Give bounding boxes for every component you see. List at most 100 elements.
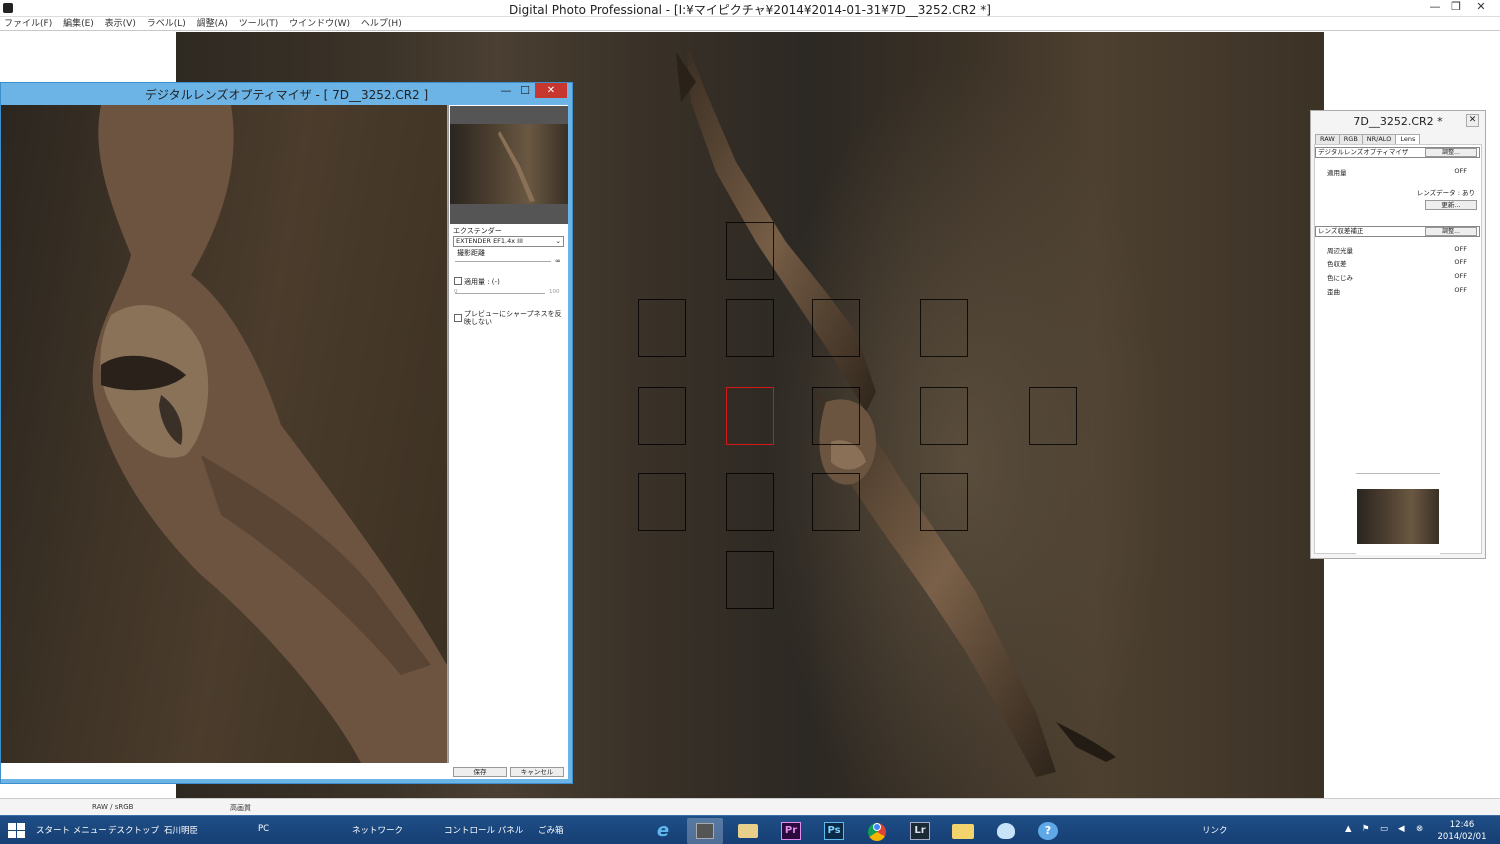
af-point[interactable] bbox=[920, 473, 968, 531]
af-point[interactable] bbox=[638, 387, 686, 445]
af-point[interactable] bbox=[1029, 387, 1077, 445]
sharpness-checkbox[interactable] bbox=[454, 314, 462, 322]
lens-data-status: レンズデータ : あり bbox=[1416, 189, 1475, 197]
dialog-maximize-button[interactable]: ☐ bbox=[514, 83, 536, 99]
tab-lens[interactable]: Lens bbox=[1395, 134, 1421, 144]
paint-icon[interactable] bbox=[988, 818, 1024, 844]
af-point[interactable] bbox=[726, 551, 774, 609]
network-link[interactable]: ネットワーク bbox=[352, 824, 403, 836]
af-point[interactable] bbox=[920, 387, 968, 445]
cancel-button[interactable]: キャンセル bbox=[510, 767, 564, 777]
af-point[interactable] bbox=[726, 299, 774, 357]
chrome-icon[interactable] bbox=[859, 818, 895, 844]
tool-palette: 7D__3252.CR2 * ✕ RAW RGB NR/ALO Lens デジタルレン… bbox=[1310, 110, 1486, 559]
dlo-section: デジタルレンズオプティマイザ 調整... bbox=[1315, 147, 1480, 158]
menu-tools[interactable]: ツール(T) bbox=[235, 17, 283, 31]
volume-icon[interactable]: ◀ bbox=[1398, 824, 1405, 834]
palette-tabs: RAW RGB NR/ALO Lens bbox=[1315, 134, 1421, 144]
distance-label: 撮影距離 bbox=[457, 249, 485, 257]
tray-arrow-icon[interactable]: ▲ bbox=[1345, 824, 1352, 834]
palette-navigator[interactable] bbox=[1356, 473, 1440, 555]
windows-logo-icon[interactable] bbox=[8, 823, 26, 839]
palette-title: 7D__3252.CR2 * bbox=[1353, 115, 1443, 128]
start-menu-link[interactable]: スタート メニュー bbox=[36, 824, 107, 836]
dialog-close-button[interactable]: ✕ bbox=[535, 83, 567, 98]
close-button[interactable]: ✕ bbox=[1466, 0, 1496, 16]
bird-closeup-image bbox=[92, 105, 447, 763]
clock-time[interactable]: 12:46 bbox=[1436, 820, 1488, 830]
scale-max: 100 bbox=[549, 289, 560, 295]
af-point[interactable] bbox=[726, 473, 774, 531]
aberration-adjust-button[interactable]: 調整... bbox=[1425, 227, 1477, 236]
dialog-footer: 保存 キャンセル bbox=[1, 763, 568, 779]
chevron-down-icon: ⌄ bbox=[555, 237, 561, 245]
aberration-value: OFF bbox=[1454, 286, 1467, 294]
dialog-title: デジタルレンズオプティマイザ - [ 7D__3252.CR2 ] bbox=[144, 88, 429, 102]
af-point[interactable] bbox=[638, 299, 686, 357]
sharpness-label: プレビューにシャープネスを反映しない bbox=[464, 310, 562, 326]
af-point[interactable] bbox=[812, 299, 860, 357]
zoomed-preview[interactable] bbox=[1, 105, 447, 763]
menu-view[interactable]: 表示(V) bbox=[101, 17, 140, 31]
clock-date[interactable]: 2014/02/01 bbox=[1434, 832, 1490, 842]
premiere-label: Pr bbox=[781, 822, 801, 840]
photoshop-icon[interactable]: Ps bbox=[816, 818, 852, 844]
menu-window[interactable]: ウインドウ(W) bbox=[285, 17, 354, 31]
apply-checkbox[interactable] bbox=[454, 277, 462, 285]
distance-slider[interactable] bbox=[455, 261, 551, 262]
aberration-section: レンズ収差補正 調整... bbox=[1315, 226, 1480, 237]
aberration-section-label: レンズ収差補正 bbox=[1318, 227, 1364, 235]
apply-slider[interactable] bbox=[455, 293, 545, 294]
network-tray-icon[interactable]: ▭ bbox=[1380, 824, 1388, 834]
tab-nr-alo[interactable]: NR/ALO bbox=[1361, 134, 1397, 144]
lens-optimizer-dialog: デジタルレンズオプティマイザ - [ 7D__3252.CR2 ] — ☐ ✕ … bbox=[0, 82, 573, 784]
blocked-icon[interactable]: ⊗ bbox=[1416, 824, 1423, 834]
menu-help[interactable]: ヘルプ(H) bbox=[357, 17, 406, 31]
af-point[interactable] bbox=[638, 473, 686, 531]
save-button[interactable]: 保存 bbox=[453, 767, 507, 777]
apply-amount-row: 適用量 OFF bbox=[1327, 167, 1467, 177]
user-folder-link[interactable]: 石川明臣 bbox=[164, 824, 198, 836]
navigator-thumbnail[interactable] bbox=[450, 106, 568, 224]
pc-link[interactable]: PC bbox=[258, 824, 269, 834]
explorer-icon[interactable] bbox=[730, 818, 766, 844]
extender-select[interactable]: EXTENDER EF1.4x III ⌄ bbox=[453, 236, 564, 247]
extender-label: エクステンダー bbox=[453, 227, 502, 235]
aberration-label: 周辺光量 bbox=[1327, 247, 1353, 255]
minimize-button[interactable]: — bbox=[1424, 0, 1446, 16]
tab-raw[interactable]: RAW bbox=[1315, 134, 1340, 144]
palette-thumbnail bbox=[1357, 489, 1439, 544]
menu-label[interactable]: ラベル(L) bbox=[143, 17, 190, 31]
af-point-selected[interactable] bbox=[726, 387, 774, 445]
dpp-icon[interactable] bbox=[687, 818, 723, 844]
folder-icon[interactable] bbox=[945, 818, 981, 844]
ie-icon[interactable]: e bbox=[645, 818, 681, 844]
menu-file[interactable]: ファイル(F) bbox=[0, 17, 56, 31]
af-point[interactable] bbox=[726, 222, 774, 280]
af-point[interactable] bbox=[812, 387, 860, 445]
control-panel-link[interactable]: コントロール パネル bbox=[444, 824, 523, 836]
help-icon[interactable]: ? bbox=[1030, 818, 1066, 844]
trash-link[interactable]: ごみ箱 bbox=[538, 824, 564, 836]
af-point[interactable] bbox=[812, 473, 860, 531]
apply-amount-value: OFF bbox=[1454, 167, 1467, 175]
thumbnail-bird bbox=[498, 131, 535, 202]
maximize-button[interactable]: ❐ bbox=[1445, 0, 1467, 16]
update-button[interactable]: 更新... bbox=[1425, 200, 1477, 210]
desktop-link[interactable]: デスクトップ bbox=[108, 824, 159, 836]
palette-close-button[interactable]: ✕ bbox=[1466, 114, 1479, 127]
menu-edit[interactable]: 編集(E) bbox=[59, 17, 98, 31]
apply-amount-label: 適用量 bbox=[1327, 169, 1347, 177]
premiere-icon[interactable]: Pr bbox=[773, 818, 809, 844]
af-point[interactable] bbox=[920, 299, 968, 357]
aberration-row: 周辺光量 OFF bbox=[1327, 245, 1467, 255]
menu-adjust[interactable]: 調整(A) bbox=[193, 17, 232, 31]
aberration-value: OFF bbox=[1454, 245, 1467, 253]
links-toolbar[interactable]: リンク bbox=[1202, 824, 1228, 836]
quality-status: 高画質 bbox=[230, 804, 251, 812]
dlo-adjust-button[interactable]: 調整... bbox=[1425, 148, 1477, 157]
infinity-icon: ∞ bbox=[555, 257, 561, 265]
tab-rgb[interactable]: RGB bbox=[1338, 134, 1363, 144]
lightroom-icon[interactable]: Lr bbox=[902, 818, 938, 844]
flag-icon[interactable]: ⚑ bbox=[1362, 824, 1370, 834]
